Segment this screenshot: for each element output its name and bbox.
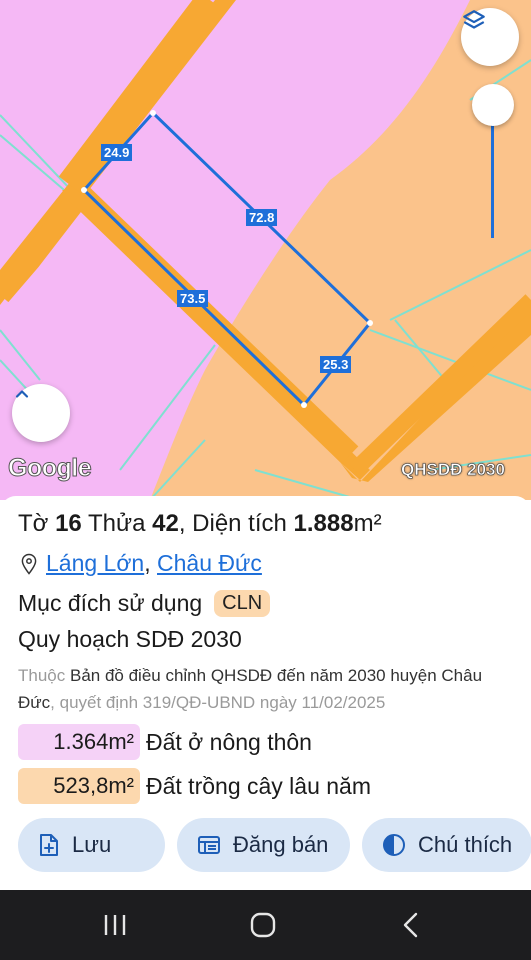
area-type-label: Đất ở nông thôn	[146, 728, 312, 755]
legend-label: Chú thích	[418, 832, 513, 857]
land-purpose-row: Mục đích sử dụng CLN	[18, 590, 271, 617]
parcel-number: 42	[152, 510, 179, 537]
parcel-info-sheet: Tờ 16 Thửa 42, Diện tích 1.888m² Láng Lớ…	[0, 496, 531, 890]
area-value-box: 523,8m²	[18, 768, 140, 804]
plan-description: Thuộc Bản đồ điều chỉnh QHSDĐ đến năm 20…	[18, 662, 518, 716]
post-listing-button[interactable]: Đăng bán	[177, 818, 350, 872]
opacity-slider-track[interactable]	[491, 124, 494, 238]
chevron-up-icon	[15, 390, 29, 398]
area-breakdown-row: 523,8m² Đất trồng cây lâu năm	[18, 768, 371, 804]
description-prefix: Thuộc	[18, 666, 66, 685]
edge-length-label: 25.3	[320, 356, 352, 373]
add-file-icon	[40, 834, 58, 856]
purpose-label: Mục đích sử dụng	[18, 590, 203, 616]
location-row: Láng Lớn, Châu Đức	[20, 550, 262, 577]
plan-title: Quy hoạch SDĐ 2030	[18, 626, 242, 652]
recents-button[interactable]	[100, 910, 130, 940]
recents-icon	[104, 915, 126, 935]
location-separator: ,	[144, 550, 151, 576]
back-button[interactable]	[396, 910, 426, 940]
plan-decision: , quyết định 319/QĐ-UBND ngày 11/02/2025	[50, 693, 386, 712]
back-icon	[403, 912, 418, 938]
edge-length-label: 72.8	[246, 209, 278, 226]
area-value-box: 1.364m²	[18, 724, 140, 760]
layers-button[interactable]	[461, 8, 519, 66]
opacity-slider-knob[interactable]	[472, 84, 514, 126]
area-type-label: Đất trồng cây lâu năm	[146, 772, 372, 799]
parcel-label: Thửa	[88, 510, 146, 537]
purpose-code-badge: CLN	[214, 590, 271, 617]
home-button[interactable]	[248, 910, 278, 940]
expand-sheet-button[interactable]	[12, 384, 70, 442]
google-logo: Google	[7, 454, 92, 483]
location-pin-icon	[21, 553, 37, 575]
system-navigation-bar	[0, 890, 531, 960]
parcel-title: Tờ 16 Thửa 42, Diện tích 1.888m²	[18, 510, 382, 538]
edge-length-label: 73.5	[177, 290, 209, 307]
map-canvas	[0, 0, 531, 500]
sheet-label: Tờ	[18, 510, 49, 537]
commune-link[interactable]: Láng Lớn	[46, 550, 144, 577]
save-button[interactable]: Lưu	[18, 818, 165, 872]
district-link[interactable]: Châu Đức	[157, 550, 262, 577]
layer-badge: QHSDĐ 2030	[401, 460, 506, 480]
area-unit: m²	[353, 510, 382, 537]
listing-icon	[198, 836, 220, 854]
map-view[interactable]: 24.9 72.8 73.5 25.3 Google QHSDĐ 2030	[0, 0, 531, 500]
area-breakdown-row: 1.364m² Đất ở nông thôn	[18, 724, 312, 760]
sheet-number: 16	[55, 510, 82, 537]
edge-length-label: 24.9	[101, 144, 133, 161]
post-listing-label: Đăng bán	[233, 832, 329, 857]
layers-icon	[463, 10, 485, 29]
action-buttons: Lưu Đăng bán Chú thích	[18, 818, 531, 872]
save-button-label: Lưu	[72, 832, 112, 857]
home-icon	[250, 912, 276, 938]
legend-button[interactable]: Chú thích	[362, 818, 531, 872]
area-label: , Diện tích	[178, 510, 287, 537]
area-value: 1.888	[293, 510, 354, 537]
contrast-icon	[383, 834, 405, 856]
